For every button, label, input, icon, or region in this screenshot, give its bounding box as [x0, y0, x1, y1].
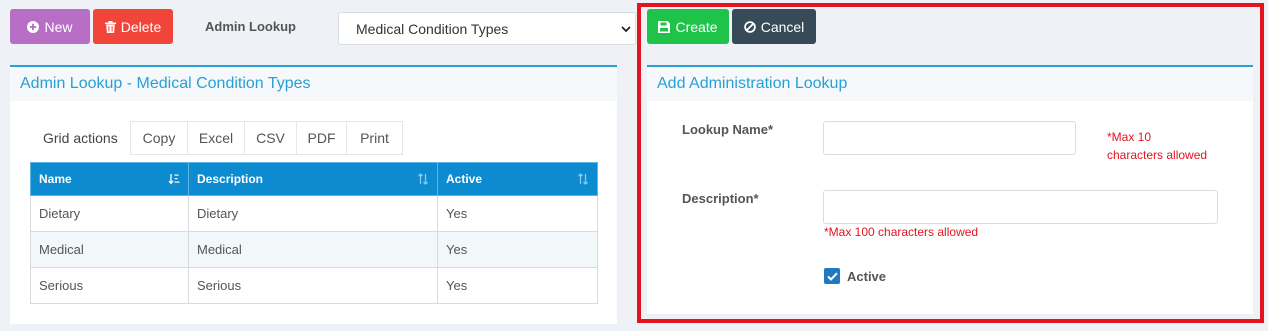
cell-active: Yes	[437, 231, 598, 268]
cell-description: Serious	[188, 267, 438, 304]
lookup-list-title: Admin Lookup - Medical Condition Types	[10, 67, 617, 101]
table-row[interactable]: Serious Serious Yes	[30, 267, 598, 304]
description-label: Description*	[682, 191, 759, 206]
column-header-name-label: Name	[39, 172, 72, 186]
delete-button-label: Delete	[120, 18, 162, 35]
lookup-name-label: Lookup Name*	[682, 122, 774, 137]
active-checkbox-label: Active	[847, 269, 887, 284]
cell-active: Yes	[437, 195, 598, 232]
plus-circle-icon	[27, 20, 40, 33]
column-header-active-label: Active	[446, 172, 483, 186]
copy-button[interactable]: Copy	[131, 122, 188, 154]
cell-name: Serious	[30, 267, 189, 304]
csv-button[interactable]: CSV	[245, 122, 297, 154]
sort-icon	[418, 173, 428, 185]
cell-description: Medical	[188, 231, 438, 268]
description-input[interactable]	[823, 190, 1218, 224]
ban-icon	[743, 20, 756, 33]
sort-alpha-icon	[168, 174, 180, 185]
cell-description: Dietary	[188, 195, 438, 232]
admin-lookup-selected-value: Medical Condition Types	[356, 20, 509, 37]
new-button-label: New	[44, 18, 73, 35]
column-header-description-label: Description	[197, 172, 264, 186]
lookup-name-hint-line2: characters allowed	[1107, 148, 1208, 162]
save-icon	[658, 20, 671, 33]
table-header-row: Name Description Active	[30, 162, 598, 196]
delete-button[interactable]: Delete	[93, 9, 173, 44]
cancel-button-label: Cancel	[760, 18, 805, 35]
lookup-name-hint: *Max 10 characters allowed	[1107, 128, 1207, 164]
chevron-down-icon	[621, 26, 631, 33]
cell-active: Yes	[437, 267, 598, 304]
print-button[interactable]: Print	[347, 122, 402, 154]
table-row[interactable]: Dietary Dietary Yes	[30, 195, 598, 232]
new-button[interactable]: New	[10, 9, 90, 44]
lookup-name-input[interactable]	[823, 121, 1076, 155]
excel-button[interactable]: Excel	[188, 122, 245, 154]
trash-icon	[104, 20, 116, 33]
active-checkbox[interactable]	[824, 268, 840, 284]
table-row[interactable]: Medical Medical Yes	[30, 231, 598, 268]
create-button[interactable]: Create	[647, 9, 729, 44]
add-lookup-title: Add Administration Lookup	[647, 67, 1253, 101]
lookup-name-hint-line1: *Max 10	[1107, 130, 1152, 144]
column-header-active[interactable]: Active	[437, 162, 598, 196]
admin-lookup-select[interactable]: Medical Condition Types	[338, 12, 636, 45]
create-button-label: Create	[675, 18, 718, 35]
cancel-button[interactable]: Cancel	[732, 9, 816, 44]
description-hint: *Max 100 characters allowed	[824, 225, 979, 239]
admin-lookup-label: Admin Lookup	[205, 19, 296, 34]
sort-icon	[578, 173, 588, 185]
cell-name: Dietary	[30, 195, 189, 232]
column-header-description[interactable]: Description	[188, 162, 438, 196]
column-header-name[interactable]: Name	[30, 162, 189, 196]
grid-actions-group: Copy Excel CSV PDF Print	[130, 121, 403, 155]
grid-actions-label: Grid actions	[43, 130, 118, 146]
pdf-button[interactable]: PDF	[297, 122, 347, 154]
check-icon	[826, 272, 838, 281]
lookup-table: Name Description Active Dietary Dietary …	[30, 162, 598, 304]
cell-name: Medical	[30, 231, 189, 268]
